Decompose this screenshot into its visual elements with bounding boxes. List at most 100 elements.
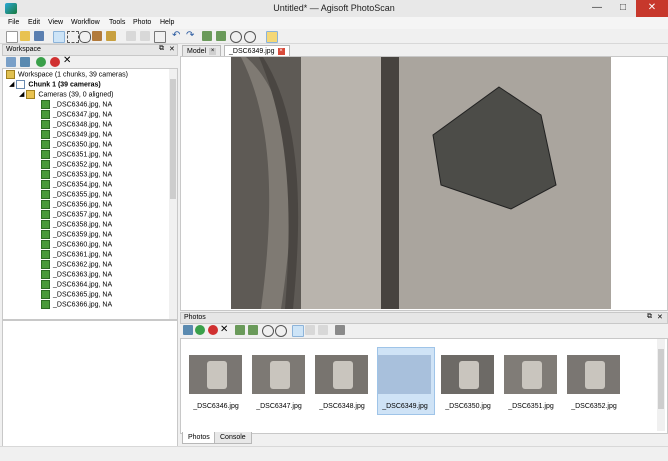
camera-item[interactable]: _DSC6349.jpg, NA <box>41 130 112 140</box>
menu-view[interactable]: View <box>46 17 65 29</box>
add-selection-icon[interactable] <box>126 31 136 41</box>
menu-file[interactable]: File <box>6 17 21 29</box>
zoom-out-icon[interactable] <box>244 31 256 43</box>
zoom-in-icon[interactable] <box>262 325 274 337</box>
intelligent-scissors-icon[interactable] <box>106 31 116 41</box>
minimize-button[interactable]: — <box>584 0 610 17</box>
photo-thumbnail[interactable] <box>441 355 494 394</box>
camera-item[interactable]: _DSC6365.jpg, NA <box>41 290 112 300</box>
magic-wand-icon[interactable] <box>92 31 102 41</box>
subtract-selection-icon[interactable] <box>140 31 150 41</box>
camera-icon <box>41 280 50 289</box>
save-icon[interactable] <box>34 31 44 41</box>
undo-icon[interactable]: ↶ <box>172 31 182 41</box>
new-icon[interactable] <box>6 31 18 43</box>
disable-icon[interactable] <box>208 325 218 335</box>
enable-icon[interactable] <box>195 325 205 335</box>
enable-icon[interactable] <box>36 57 46 67</box>
menu-edit[interactable]: Edit <box>26 17 42 29</box>
camera-item[interactable]: _DSC6346.jpg, NA <box>41 100 112 110</box>
camera-item[interactable]: _DSC6361.jpg, NA <box>41 250 112 260</box>
expand-icon[interactable]: ◢ <box>9 81 14 88</box>
camera-icon <box>41 170 50 179</box>
photo-thumbnail[interactable] <box>189 355 242 394</box>
maximize-button[interactable]: □ <box>610 0 636 17</box>
workspace-scroll-thumb[interactable] <box>170 79 176 199</box>
menu-workflow[interactable]: Workflow <box>69 17 102 29</box>
photos-float-button[interactable]: ⧉ <box>647 313 652 321</box>
open-folder-icon[interactable] <box>20 31 30 41</box>
camera-item[interactable]: _DSC6362.jpg, NA <box>41 260 112 270</box>
add-chunk-icon[interactable] <box>6 57 16 67</box>
camera-item[interactable]: _DSC6351.jpg, NA <box>41 150 112 160</box>
camera-item[interactable]: _DSC6359.jpg, NA <box>41 230 112 240</box>
photo-thumbnail[interactable] <box>504 355 557 394</box>
add-photos-icon[interactable] <box>183 325 193 335</box>
rotate-right-icon[interactable] <box>248 325 258 335</box>
camera-item[interactable]: _DSC6354.jpg, NA <box>41 180 112 190</box>
chunk-item[interactable]: ◢ Chunk 1 (39 cameras) <box>9 80 101 90</box>
invert-selection-icon[interactable] <box>154 31 166 43</box>
workspace-root[interactable]: Workspace (1 chunks, 39 cameras) <box>6 70 128 80</box>
add-photos-icon[interactable] <box>20 57 30 67</box>
tab-photos[interactable]: Photos <box>182 432 216 444</box>
camera-item[interactable]: _DSC6358.jpg, NA <box>41 220 112 230</box>
remove-icon[interactable]: ✕ <box>63 56 73 66</box>
workspace-title: Workspace <box>6 46 41 53</box>
navigation-tool-icon[interactable] <box>53 31 65 43</box>
relief-face-graphic <box>459 361 479 389</box>
filter-icon[interactable] <box>335 325 345 335</box>
camera-item[interactable]: _DSC6366.jpg, NA <box>41 300 112 310</box>
rotate-left-icon[interactable] <box>202 31 212 41</box>
camera-item[interactable]: _DSC6350.jpg, NA <box>41 140 112 150</box>
camera-item[interactable]: _DSC6353.jpg, NA <box>41 170 112 180</box>
main-toolbar: ↶ ↷ <box>0 29 668 44</box>
photo-thumbnail[interactable] <box>252 355 305 394</box>
menu-tools[interactable]: Tools <box>107 17 127 29</box>
camera-icon <box>41 120 50 129</box>
workspace-close-button[interactable]: ✕ <box>169 45 175 53</box>
camera-item[interactable]: _DSC6347.jpg, NA <box>41 110 112 120</box>
zoom-out-icon[interactable] <box>275 325 287 337</box>
rotate-left-icon[interactable] <box>235 325 245 335</box>
zoom-in-icon[interactable] <box>230 31 242 43</box>
thumb-label: _DSC6352.jpg <box>571 403 617 410</box>
camera-icon <box>41 110 50 119</box>
workspace-float-button[interactable]: ⧉ <box>159 45 164 53</box>
remove-icon[interactable]: ✕ <box>220 325 230 335</box>
photo-image[interactable] <box>231 57 611 309</box>
expand-icon[interactable]: ◢ <box>19 91 24 98</box>
photo-thumbnail[interactable] <box>567 355 620 394</box>
view-large-icon[interactable] <box>292 325 304 337</box>
lasso-select-icon[interactable] <box>79 31 91 43</box>
camera-item[interactable]: _DSC6360.jpg, NA <box>41 240 112 250</box>
camera-item[interactable]: _DSC6352.jpg, NA <box>41 160 112 170</box>
camera-item[interactable]: _DSC6348.jpg, NA <box>41 120 112 130</box>
camera-icon <box>41 180 50 189</box>
camera-item[interactable]: _DSC6355.jpg, NA <box>41 190 112 200</box>
photos-scroll-thumb[interactable] <box>658 349 664 409</box>
menu-photo[interactable]: Photo <box>131 17 153 29</box>
workspace-lower-pane <box>2 320 178 448</box>
camera-item[interactable]: _DSC6364.jpg, NA <box>41 280 112 290</box>
show-masks-icon[interactable] <box>266 31 278 43</box>
photo-thumbnail[interactable] <box>378 355 431 394</box>
cameras-folder[interactable]: ◢ Cameras (39, 0 aligned) <box>19 90 113 100</box>
camera-item[interactable]: _DSC6357.jpg, NA <box>41 210 112 220</box>
view-details-icon[interactable] <box>318 325 328 335</box>
photos-close-button[interactable]: ✕ <box>657 313 663 321</box>
rotate-right-icon[interactable] <box>216 31 226 41</box>
status-bar <box>0 446 668 461</box>
close-window-button[interactable]: ✕ <box>636 0 668 17</box>
menu-help[interactable]: Help <box>158 17 176 29</box>
camera-item[interactable]: _DSC6363.jpg, NA <box>41 270 112 280</box>
camera-item[interactable]: _DSC6356.jpg, NA <box>41 200 112 210</box>
tab-close-icon[interactable]: × <box>277 47 285 55</box>
disable-icon[interactable] <box>50 57 60 67</box>
tab-console[interactable]: Console <box>214 432 252 444</box>
photo-thumbnail[interactable] <box>315 355 368 394</box>
redo-icon[interactable]: ↷ <box>186 31 196 41</box>
view-medium-icon[interactable] <box>305 325 315 335</box>
rectangle-select-icon[interactable] <box>67 31 79 43</box>
tab-close-icon[interactable]: × <box>209 47 217 55</box>
